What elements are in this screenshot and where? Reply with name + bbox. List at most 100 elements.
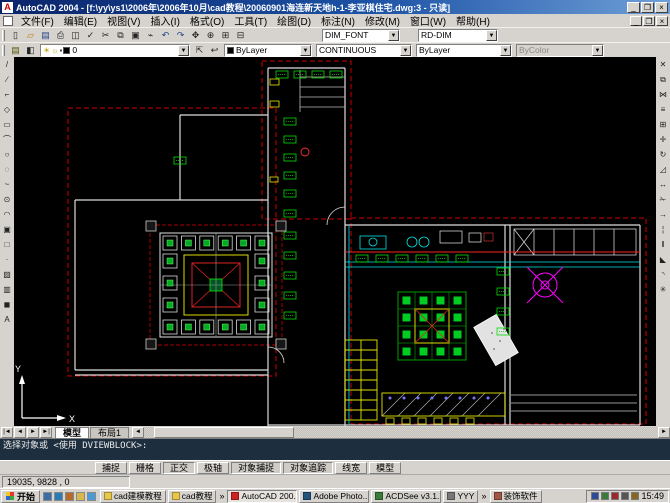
drawing-area[interactable]: Y X — [14, 57, 656, 426]
revision-cloud-icon[interactable]: ◌ — [1, 164, 14, 177]
dropdown-arrow-icon[interactable]: ▼ — [178, 45, 189, 56]
drawing-document-icon[interactable] — [3, 16, 13, 26]
mtext-icon[interactable]: A — [1, 314, 14, 327]
scroll-right-icon[interactable]: ► — [658, 427, 670, 438]
construction-line-icon[interactable]: ∕ — [1, 74, 14, 87]
spelling-icon[interactable]: ✓ — [83, 29, 98, 42]
network-icon[interactable] — [621, 492, 629, 500]
gradient-icon[interactable]: ▥ — [1, 284, 14, 297]
command-window[interactable]: 选择对象或 <使用 DVIEWBLOCK>: — [0, 438, 670, 460]
mdi-close-button[interactable]: × — [656, 16, 668, 26]
layer-states-icon[interactable]: ◧ — [23, 44, 38, 57]
chamfer-icon[interactable]: ◣ — [657, 254, 670, 267]
status-toggle-osnap[interactable]: 对象捕捉 — [231, 462, 281, 474]
status-toggle-otrack[interactable]: 对象追踪 — [283, 462, 333, 474]
match-properties-icon[interactable]: ⌁ — [143, 29, 158, 42]
show-desktop-icon[interactable] — [43, 492, 52, 501]
horizontal-scrollbar[interactable]: ◄ ► — [132, 427, 670, 438]
scale-icon[interactable]: ◿ — [657, 164, 670, 177]
print-preview-icon[interactable]: ◫ — [68, 29, 83, 42]
tab-nav-1-icon[interactable]: ◄ — [14, 427, 26, 438]
open-icon[interactable]: ▱ — [23, 29, 38, 42]
status-toggle-grid[interactable]: 栅格 — [129, 462, 161, 474]
mirror-icon[interactable]: ⋈ — [657, 89, 670, 102]
scheduler-icon[interactable] — [631, 492, 639, 500]
antivirus-icon[interactable] — [611, 492, 619, 500]
layers-icon[interactable]: ▤ — [8, 44, 23, 57]
start-button[interactable]: 开始 — [1, 490, 40, 503]
qq-icon[interactable] — [87, 492, 96, 501]
make-block-icon[interactable]: □ — [1, 239, 14, 252]
linetype-control-combo[interactable]: CONTINUOUS ▼ — [316, 44, 412, 57]
task-button-0[interactable]: cad建模教程 — [100, 490, 166, 503]
mdi-minimize-button[interactable]: _ — [630, 16, 642, 26]
status-toggle-snap[interactable]: 捕捉 — [95, 462, 127, 474]
circle-icon[interactable]: ○ — [1, 149, 14, 162]
fillet-icon[interactable]: ◝ — [657, 269, 670, 282]
task-button-1[interactable]: cad教程 — [168, 490, 217, 503]
move-icon[interactable]: ✛ — [657, 134, 670, 147]
zoom-realtime-icon[interactable]: ⊕ — [203, 29, 218, 42]
tab-nav-0-icon[interactable]: |◄ — [1, 427, 13, 438]
lineweight-control-combo[interactable]: ByLayer ▼ — [416, 44, 512, 57]
volume-icon[interactable] — [601, 492, 609, 500]
region-icon[interactable]: ◼ — [1, 299, 14, 312]
polygon-icon[interactable]: ◇ — [1, 104, 14, 117]
dim-text-style-combo[interactable]: DIM_FONT ▼ — [322, 29, 400, 42]
paste-icon[interactable]: ▣ — [128, 29, 143, 42]
arc-icon[interactable]: ⌒ — [1, 134, 14, 147]
point-icon[interactable]: · — [1, 254, 14, 267]
hatch-icon[interactable]: ▨ — [1, 269, 14, 282]
make-objects-layer-icon[interactable]: ⇱ — [192, 44, 207, 57]
toolbar-grip[interactable] — [2, 30, 5, 41]
break-at-point-icon[interactable]: ¦ — [657, 224, 670, 237]
taskbar-chevron-icon[interactable]: » — [218, 491, 225, 501]
tab-nav-2-icon[interactable]: ► — [27, 427, 39, 438]
erase-icon[interactable]: ✕ — [657, 59, 670, 72]
spline-icon[interactable]: ~ — [1, 179, 14, 192]
taskbar-chevron-icon[interactable]: » — [480, 491, 487, 501]
tab-model[interactable]: 模型 — [55, 427, 89, 438]
stretch-icon[interactable]: ↔ — [657, 179, 670, 192]
tab-layout1[interactable]: 布局1 — [90, 427, 129, 438]
dim-style-combo[interactable]: RD-DIM ▼ — [418, 29, 498, 42]
scroll-left-icon[interactable]: ◄ — [132, 427, 144, 438]
trim-icon[interactable]: ✁ — [657, 194, 670, 207]
explode-icon[interactable]: ✳ — [657, 284, 670, 297]
tab-nav-3-icon[interactable]: ►| — [40, 427, 52, 438]
insert-block-icon[interactable]: ▣ — [1, 224, 14, 237]
input-method-icon[interactable] — [591, 492, 599, 500]
toolbar-grip[interactable] — [2, 45, 5, 56]
rotate-icon[interactable]: ↻ — [657, 149, 670, 162]
zoom-previous-icon[interactable]: ⊟ — [233, 29, 248, 42]
copy-icon[interactable]: ⧉ — [113, 29, 128, 42]
break-icon[interactable]: ‖ — [657, 239, 670, 252]
ellipse-arc-icon[interactable]: ◠ — [1, 209, 14, 222]
ie-icon[interactable] — [54, 492, 63, 501]
layer-combo[interactable]: ☀☼▪ 0 ▼ — [40, 44, 190, 57]
task-button-4[interactable]: ACDSee v3.1... — [371, 490, 441, 503]
line-icon[interactable]: / — [1, 59, 14, 72]
dropdown-arrow-icon[interactable]: ▼ — [300, 45, 311, 56]
dropdown-arrow-icon[interactable]: ▼ — [388, 30, 399, 41]
folder-shortcut-icon[interactable] — [76, 492, 85, 501]
close-button[interactable]: × — [655, 2, 668, 13]
status-toggle-ortho[interactable]: 正交 — [163, 462, 195, 474]
scrollbar-track[interactable] — [144, 427, 658, 438]
status-toggle-lwt[interactable]: 线宽 — [335, 462, 367, 474]
media-player-icon[interactable] — [65, 492, 74, 501]
dropdown-arrow-icon[interactable]: ▼ — [500, 45, 511, 56]
minimize-button[interactable]: _ — [627, 2, 640, 13]
print-icon[interactable]: ⎙ — [53, 29, 68, 42]
task-button-5[interactable]: YYY — [443, 490, 478, 503]
zoom-window-icon[interactable]: ⊞ — [218, 29, 233, 42]
pan-icon[interactable]: ✥ — [188, 29, 203, 42]
dropdown-arrow-icon[interactable]: ▼ — [486, 30, 497, 41]
layer-previous-icon[interactable]: ↩ — [207, 44, 222, 57]
cut-icon[interactable]: ✂ — [98, 29, 113, 42]
ellipse-icon[interactable]: ⊙ — [1, 194, 14, 207]
task-button-6[interactable]: 装饰软件 — [490, 490, 542, 503]
status-toggle-polar[interactable]: 极轴 — [197, 462, 229, 474]
offset-icon[interactable]: ≡ — [657, 104, 670, 117]
task-button-2[interactable]: AutoCAD 200... — [227, 490, 297, 503]
